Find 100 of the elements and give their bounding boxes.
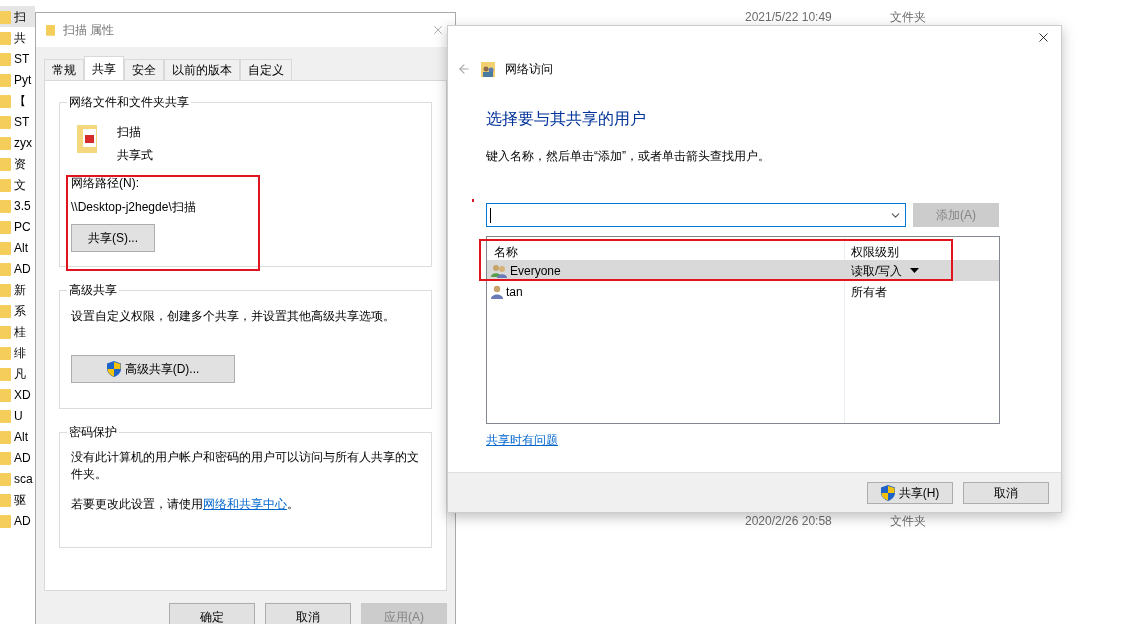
password-description: 没有此计算机的用户帐户和密码的用户可以访问与所有人共享的文件夹。 xyxy=(71,449,420,483)
file-item[interactable]: ST xyxy=(0,48,35,69)
close-icon[interactable] xyxy=(1036,30,1051,45)
dialog-button[interactable]: 共享(H) xyxy=(867,481,953,504)
dialog-heading: 选择要与其共享的用户 xyxy=(486,109,647,129)
file-item[interactable]: ST xyxy=(0,111,35,132)
instruction-text: 键入名称，然后单击“添加”，或者单击箭头查找用户。 xyxy=(486,148,771,165)
file-type: 文件夹 xyxy=(890,512,926,530)
file-item[interactable]: sca xyxy=(0,468,35,489)
group-heading: 高级共享 xyxy=(68,282,118,299)
file-name: AD xyxy=(14,449,31,467)
file-item[interactable]: 共 xyxy=(0,27,35,48)
dialog-button[interactable]: 确定 xyxy=(169,603,255,624)
tab[interactable]: 自定义 xyxy=(240,59,292,80)
file-name: 文 xyxy=(14,176,26,194)
file-item[interactable]: 凡 xyxy=(0,363,35,384)
file-name: Alt xyxy=(14,428,28,446)
file-name: Pyt xyxy=(14,71,32,89)
folder-icon xyxy=(0,156,11,171)
folder-icon xyxy=(0,303,11,318)
file-item[interactable]: XD xyxy=(0,384,35,405)
column-header[interactable]: 名称 xyxy=(487,242,845,261)
file-name: 共 xyxy=(14,29,26,47)
dialog-button[interactable]: 取消 xyxy=(963,481,1049,504)
folder-icon xyxy=(0,135,11,150)
file-item[interactable]: AD xyxy=(0,510,35,531)
file-item[interactable]: 文 xyxy=(0,174,35,195)
shared-folder-icon xyxy=(77,123,99,153)
file-item[interactable]: 系 xyxy=(0,300,35,321)
users-icon xyxy=(481,61,495,77)
file-item[interactable]: 桂 xyxy=(0,321,35,342)
column-header[interactable]: 权限级别 xyxy=(847,243,899,260)
folder-icon xyxy=(0,30,11,45)
folder-icon xyxy=(0,219,11,234)
tab[interactable]: 安全 xyxy=(124,59,164,80)
folder-icon xyxy=(0,408,11,423)
file-item[interactable]: 驱 xyxy=(0,489,35,510)
window-title: 网络访问 xyxy=(505,61,553,78)
file-item[interactable]: 3.5 xyxy=(0,195,35,216)
file-name: zyx xyxy=(14,134,32,152)
file-name: 资 xyxy=(14,155,26,173)
file-name: ST xyxy=(14,50,30,68)
file-name: XD xyxy=(14,386,31,404)
file-item[interactable]: 绯 xyxy=(0,342,35,363)
network-path: \\Desktop-j2hegde\扫描 xyxy=(71,199,197,216)
file-name: 新 xyxy=(14,281,26,299)
permission-level: 读取/写入 xyxy=(850,262,903,280)
file-name: 【 xyxy=(14,92,26,110)
file-item[interactable]: AD xyxy=(0,258,35,279)
folder-icon xyxy=(0,177,11,192)
file-name: 绯 xyxy=(14,344,26,362)
folder-name: 扫描 xyxy=(117,124,142,141)
shield-icon xyxy=(106,361,121,377)
file-name: 系 xyxy=(14,302,26,320)
file-item[interactable]: PC xyxy=(0,216,35,237)
advanced-sharing-button[interactable]: 高级共享(D)... xyxy=(71,355,235,383)
window-title: 扫描 属性 xyxy=(63,22,115,39)
user-combo-box[interactable] xyxy=(486,203,907,227)
file-name: 桂 xyxy=(14,323,26,341)
file-name: ST xyxy=(14,113,30,131)
advanced-description: 设置自定义权限，创建多个共享，并设置其他高级共享选项。 xyxy=(71,308,396,325)
share-button[interactable]: 共享(S)... xyxy=(71,224,155,252)
file-type: 文件夹 xyxy=(890,8,926,26)
file-name: sca xyxy=(14,470,33,488)
network-center-link[interactable]: 网络和共享中心 xyxy=(203,497,287,511)
file-item[interactable]: AD xyxy=(0,447,35,468)
file-item[interactable]: 资 xyxy=(0,153,35,174)
folder-icon xyxy=(0,72,11,87)
file-name: 凡 xyxy=(14,365,26,383)
folder-icon xyxy=(0,93,11,108)
file-item[interactable]: Alt xyxy=(0,426,35,447)
settings-note: 若要更改此设置，请使用网络和共享中心。 xyxy=(71,496,300,513)
user-row[interactable]: tan 所有者 xyxy=(487,281,999,302)
folder-icon xyxy=(0,261,11,276)
tab[interactable]: 以前的版本 xyxy=(164,59,240,80)
folder-icon xyxy=(0,387,11,402)
folder-icon xyxy=(0,282,11,297)
folder-icon xyxy=(0,429,11,444)
path-label: 网络路径(N): xyxy=(71,175,140,192)
folder-icon xyxy=(0,9,11,24)
tab[interactable]: 常规 xyxy=(44,59,84,80)
file-item[interactable]: zyx xyxy=(0,132,35,153)
dropdown-icon[interactable] xyxy=(910,268,920,273)
file-item[interactable]: U xyxy=(0,405,35,426)
file-item[interactable]: 【 xyxy=(0,90,35,111)
file-item[interactable]: 扫 xyxy=(0,6,35,27)
group-heading: 网络文件和文件夹共享 xyxy=(68,94,190,111)
file-item[interactable]: Pyt xyxy=(0,69,35,90)
tab[interactable]: 共享 xyxy=(84,56,124,80)
help-link[interactable]: 共享时有问题 xyxy=(486,431,558,449)
user-name: Everyone xyxy=(510,262,561,280)
dialog-button[interactable]: 取消 xyxy=(265,603,351,624)
file-item[interactable]: Alt xyxy=(0,237,35,258)
folder-icon xyxy=(46,24,55,36)
file-date: 2021/5/22 10:49 xyxy=(745,8,833,26)
folder-icon xyxy=(0,345,11,360)
user-row[interactable]: Everyone 读取/写入 xyxy=(487,260,999,281)
file-name: AD xyxy=(14,512,31,530)
file-item[interactable]: 新 xyxy=(0,279,35,300)
file-date: 2020/2/26 20:58 xyxy=(745,512,833,530)
